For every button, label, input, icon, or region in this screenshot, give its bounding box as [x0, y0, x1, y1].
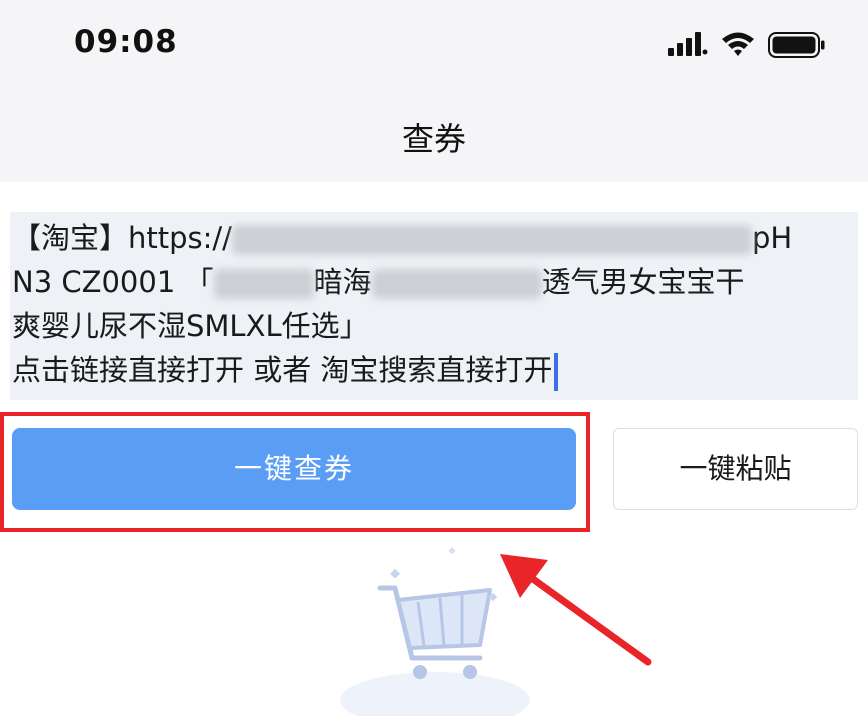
- input-line-2: N3 CZ0001 「 暗海 透气男女宝宝干: [12, 260, 858, 304]
- wifi-icon: [722, 32, 754, 56]
- blurred-product-name: [371, 269, 542, 299]
- input-line-1-prefix: 【淘宝】https://: [12, 221, 232, 255]
- battery-icon: [768, 32, 825, 58]
- nav-bar: 查券: [0, 90, 868, 182]
- input-line-4: 点击链接直接打开 或者 淘宝搜索直接打开: [12, 348, 858, 392]
- signal-icon: [668, 32, 708, 56]
- input-line-2-middle: 暗海: [313, 265, 372, 299]
- input-line-2-prefix: N3 CZ0001 「: [12, 265, 214, 299]
- status-bar: 09:08: [0, 0, 868, 90]
- coupon-text-input[interactable]: 【淘宝】https:// pH N3 CZ0001 「 暗海 透气男女宝宝干 爽婴儿尿…: [10, 212, 858, 400]
- input-line-2-suffix: 透气男女宝宝干: [541, 265, 745, 299]
- paste-button[interactable]: 一键粘贴: [613, 428, 858, 510]
- status-time: 09:08: [74, 24, 178, 60]
- query-coupon-button[interactable]: 一键查券: [12, 428, 576, 510]
- blurred-product-code: [213, 269, 314, 299]
- page-title: 查券: [401, 120, 466, 158]
- input-line-4-text: 点击链接直接打开 或者 淘宝搜索直接打开: [12, 353, 553, 387]
- red-arrow-icon: [500, 554, 652, 666]
- text-caret: [554, 353, 559, 391]
- input-line-1-suffix: pH: [751, 221, 793, 255]
- input-line-1: 【淘宝】https:// pH: [12, 216, 858, 260]
- input-line-3: 爽婴儿尿不湿SMLXL任选」: [12, 309, 369, 343]
- blurred-link: [231, 225, 752, 255]
